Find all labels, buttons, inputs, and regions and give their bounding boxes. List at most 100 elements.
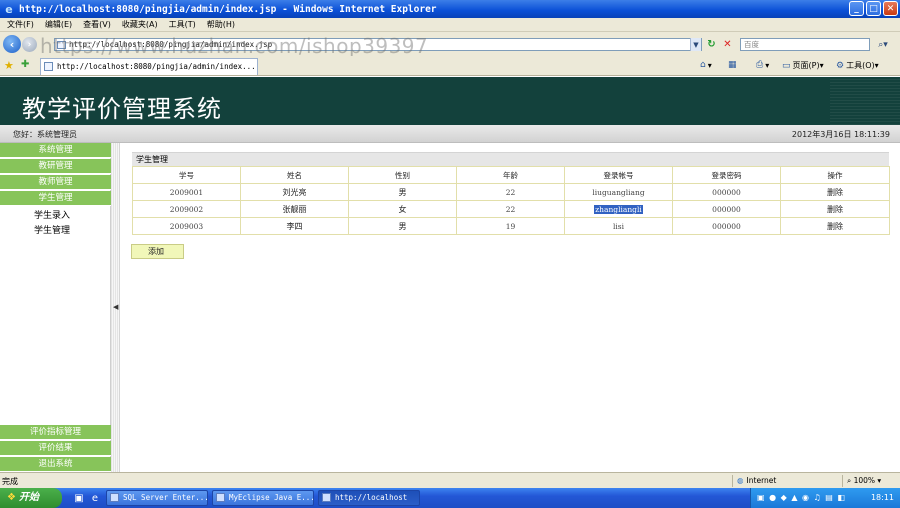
- cell-student-id: 2009002: [132, 200, 241, 218]
- status-text: 完成: [2, 477, 18, 486]
- delete-link[interactable]: 删除: [780, 183, 890, 201]
- myeclipse-icon: [216, 493, 225, 502]
- menu-favorites[interactable]: 收藏夹(A): [122, 19, 158, 30]
- search-input[interactable]: 百度: [740, 38, 870, 51]
- sql-server-icon: [110, 493, 119, 502]
- menu-tools[interactable]: 工具(T): [169, 19, 196, 30]
- cell-login-password: 000000: [672, 183, 781, 201]
- cell-student-id: 2009003: [132, 217, 241, 235]
- windows-flag-icon: ❖: [7, 492, 16, 503]
- header-name: 姓名: [240, 166, 349, 184]
- search-placeholder: 百度: [744, 40, 759, 49]
- header-age: 年龄: [456, 166, 565, 184]
- header-actions: 操作: [780, 166, 890, 184]
- maximize-button[interactable]: □: [866, 1, 881, 16]
- main-content: 学生管理 学号 姓名 性别 年龄 登录帐号 登录密码 操作 2009001 刘光…: [120, 143, 900, 472]
- tab-bar: ★ ✚ http://localhost:8080/pingjia/admin/…: [0, 56, 900, 76]
- menu-view[interactable]: 查看(V): [83, 19, 111, 30]
- ie-page-icon: [322, 493, 331, 502]
- taskbar-item-label: SQL Server Enter...: [123, 493, 208, 502]
- add-button[interactable]: 添加: [131, 244, 184, 259]
- magnifier-icon: ⌕: [847, 476, 852, 485]
- url-dropdown-button[interactable]: ▼: [690, 38, 701, 51]
- forward-button[interactable]: ›: [22, 37, 37, 52]
- taskbar-item-ie[interactable]: http://localhost: [318, 490, 420, 506]
- minimize-button[interactable]: _: [849, 1, 864, 16]
- sidebar-subitem-student-manage[interactable]: 学生管理: [34, 223, 70, 236]
- table-header-row: 学号 姓名 性别 年龄 登录帐号 登录密码 操作: [132, 166, 890, 184]
- taskbar: ❖ 开始 ▣ e SQL Server Enter... MyEclipse Ja…: [0, 488, 900, 508]
- sidebar-item-evaluation-result[interactable]: 评价结果: [0, 441, 111, 456]
- sidebar-subitem-student-entry[interactable]: 学生录入: [34, 208, 70, 221]
- cell-name: 李四: [240, 217, 349, 235]
- taskbar-item-sql-server[interactable]: SQL Server Enter...: [106, 490, 208, 506]
- menu-help[interactable]: 帮助(H): [207, 19, 235, 30]
- search-icon[interactable]: ⌕▾: [872, 38, 894, 51]
- sidebar-item-teaching-research[interactable]: 教研管理: [0, 159, 111, 174]
- start-button[interactable]: ❖ 开始: [0, 488, 62, 508]
- student-table: 学号 姓名 性别 年龄 登录帐号 登录密码 操作 2009001 刘光亮 男 2…: [132, 166, 890, 235]
- cell-login-password: 000000: [672, 200, 781, 218]
- feeds-icon[interactable]: ▦: [728, 60, 739, 70]
- menu-edit[interactable]: 编辑(E): [45, 19, 72, 30]
- sidebar-item-logout[interactable]: 退出系统: [0, 457, 111, 472]
- window-title-bar: e http://localhost:8080/pingjia/admin/in…: [0, 0, 900, 18]
- delete-link[interactable]: 删除: [780, 217, 890, 235]
- sidebar-item-evaluation-index[interactable]: 评价指标管理: [0, 425, 111, 440]
- status-bar: 完成 ◍ Internet ⌕ 100% ▾: [0, 472, 900, 488]
- cell-login-account: liuguangliang: [564, 183, 673, 201]
- sidebar-item-system[interactable]: 系统管理: [0, 143, 111, 158]
- home-icon[interactable]: ⌂ ▾: [700, 60, 712, 70]
- ie-icon: e: [5, 2, 13, 16]
- security-zone: ◍ Internet: [732, 475, 836, 487]
- show-desktop-icon[interactable]: ▣: [72, 491, 86, 505]
- browser-tab[interactable]: http://localhost:8080/pingjia/admin/inde…: [40, 58, 258, 75]
- stop-icon[interactable]: ✕: [721, 38, 734, 51]
- cell-login-account: zhangliangli: [564, 200, 673, 218]
- sidebar-item-students[interactable]: 学生管理: [0, 191, 111, 206]
- window-controls: _ □ ✕: [849, 1, 898, 16]
- url-input[interactable]: http://localhost:8080/pingjia/admin/inde…: [54, 38, 702, 51]
- taskbar-item-label: http://localhost: [335, 493, 408, 502]
- header-gender: 性别: [348, 166, 457, 184]
- tray-icons[interactable]: ▣ ● ◆ ▲ ◉ ♫ ▤ ◧: [757, 493, 846, 502]
- table-row: 2009002 张靓丽 女 22 zhangliangli 000000 删除: [132, 200, 890, 218]
- taskbar-item-label: MyEclipse Java E...: [229, 493, 314, 502]
- add-favorite-icon[interactable]: ✚: [21, 59, 29, 70]
- taskbar-item-myeclipse[interactable]: MyEclipse Java E...: [212, 490, 314, 506]
- address-bar: ‹ › http://localhost:8080/pingjia/admin/…: [0, 32, 900, 56]
- cell-name: 刘光亮: [240, 183, 349, 201]
- menu-bar: 文件(F) 编辑(E) 查看(V) 收藏夹(A) 工具(T) 帮助(H): [0, 18, 900, 32]
- app-header: 教学评价管理系统: [0, 77, 900, 125]
- delete-link[interactable]: 删除: [780, 200, 890, 218]
- collapse-arrow-icon[interactable]: ◀: [113, 303, 118, 311]
- zoom-control[interactable]: ⌕ 100% ▾: [842, 475, 900, 487]
- page-menu-button[interactable]: ▭ 页面(P) ▾: [782, 60, 824, 71]
- favorites-star-icon[interactable]: ★: [4, 59, 14, 72]
- cell-gender: 男: [348, 217, 457, 235]
- clock: 18:11: [870, 493, 894, 502]
- header-login-password: 登录密码: [672, 166, 781, 184]
- close-button[interactable]: ✕: [883, 1, 898, 16]
- cell-age: 19: [456, 217, 565, 235]
- tools-menu-button[interactable]: ⚙ 工具(O) ▾: [836, 60, 879, 71]
- refresh-icon[interactable]: ↻: [705, 38, 718, 51]
- table-row: 2009003 李四 男 19 lisi 000000 删除: [132, 217, 890, 235]
- quicklaunch-ie-icon[interactable]: e: [88, 491, 102, 505]
- tab-label: http://localhost:8080/pingjia/admin/inde…: [57, 62, 256, 71]
- window-title: http://localhost:8080/pingjia/admin/inde…: [19, 3, 437, 15]
- frame-splitter[interactable]: ◀: [111, 143, 120, 472]
- cell-login-password: 000000: [672, 217, 781, 235]
- sidebar-item-teachers[interactable]: 教师管理: [0, 175, 111, 190]
- menu-file[interactable]: 文件(F): [7, 19, 34, 30]
- page-icon: [57, 41, 66, 49]
- header-login-account: 登录帐号: [564, 166, 673, 184]
- system-tray: ▣ ● ◆ ▲ ◉ ♫ ▤ ◧ 18:11: [750, 488, 900, 508]
- app-title: 教学评价管理系统: [22, 95, 222, 123]
- print-icon[interactable]: ⎙ ▾: [756, 60, 769, 70]
- back-button[interactable]: ‹: [3, 35, 21, 53]
- start-label: 开始: [18, 492, 39, 503]
- cell-name: 张靓丽: [240, 200, 349, 218]
- selected-text: zhangliangli: [594, 204, 643, 214]
- greeting-text: 您好：系统管理员: [13, 130, 77, 139]
